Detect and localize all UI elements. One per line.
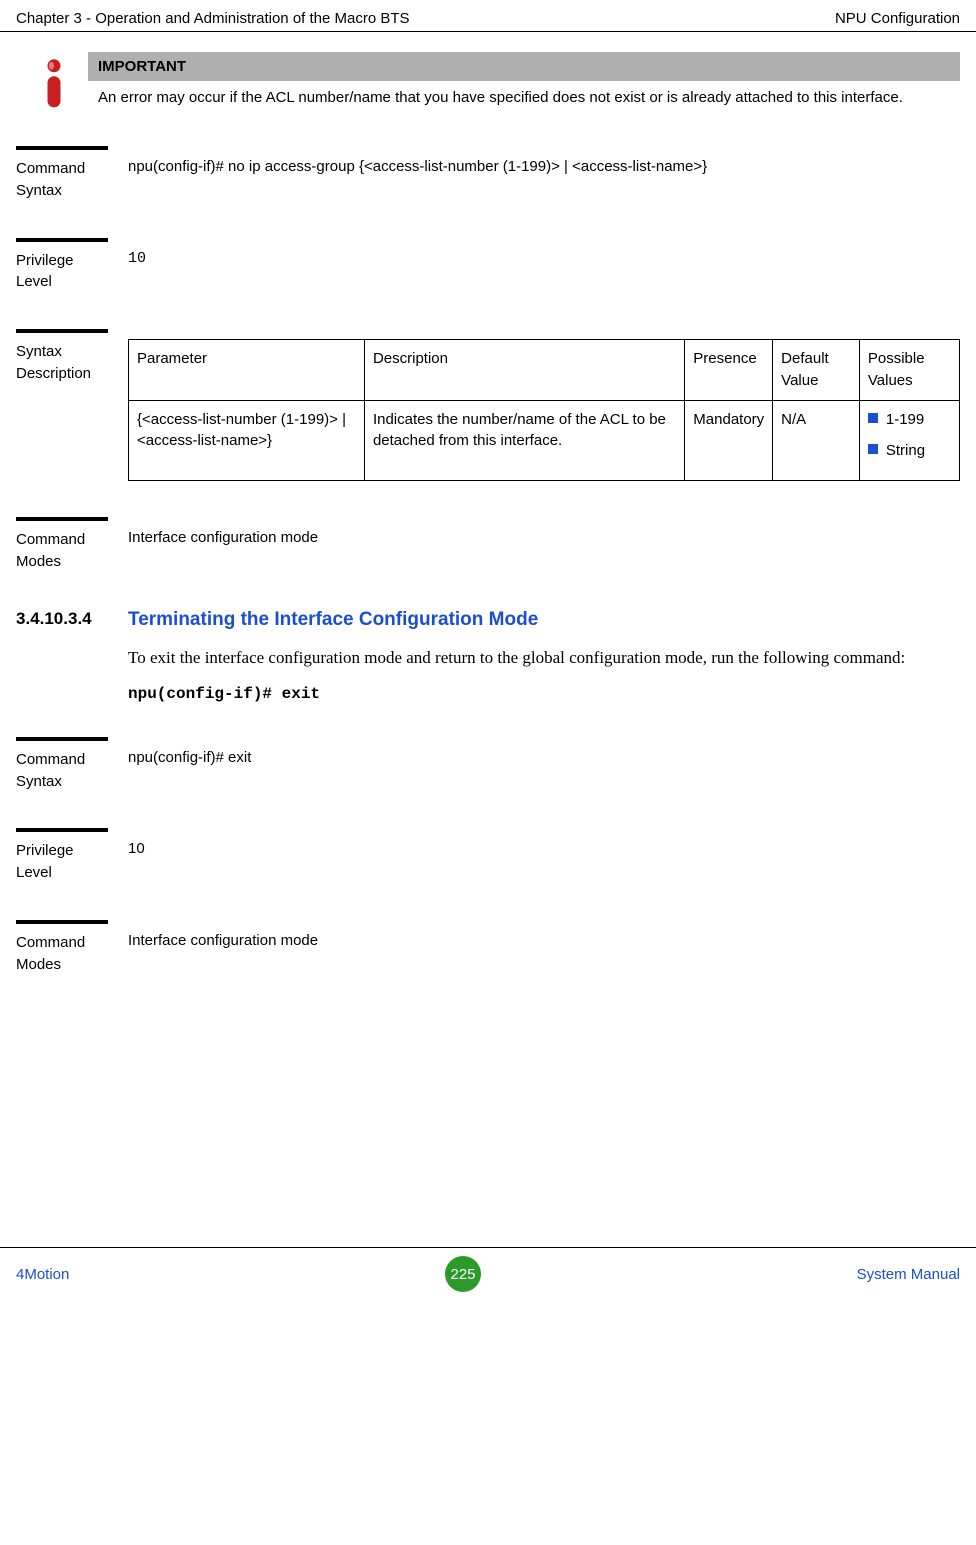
footer-left: 4Motion — [16, 1266, 69, 1283]
square-bullet-icon — [868, 413, 878, 423]
td-default: N/A — [773, 400, 860, 481]
header-left: Chapter 3 - Operation and Administration… — [16, 10, 410, 27]
td-presence: Mandatory — [685, 400, 773, 481]
syntax-description-row: Syntax Description Parameter Description… — [16, 329, 960, 481]
privilege-level-value: 10 — [128, 238, 960, 294]
syntax-description-label: Syntax Description — [16, 329, 108, 481]
list-item: String — [868, 440, 951, 462]
td-possible: 1-199 String — [859, 400, 959, 481]
section-number: 3.4.10.3.4 — [16, 609, 108, 631]
command-modes-value-2: Interface configuration mode — [128, 920, 960, 976]
command-syntax-value: npu(config-if)# no ip access-group {<acc… — [128, 146, 960, 202]
command-syntax-label: Command Syntax — [16, 146, 108, 202]
command-modes-row-2: Command Modes Interface configuration mo… — [16, 920, 960, 976]
privilege-level-label-2: Privilege Level — [16, 828, 108, 884]
th-parameter: Parameter — [129, 340, 365, 401]
section-title: Terminating the Interface Configuration … — [128, 609, 538, 631]
section-code-text: npu(config-if)# exit — [128, 685, 960, 703]
privilege-level-value-2: 10 — [128, 828, 960, 884]
section-body: To exit the interface configuration mode… — [16, 645, 960, 671]
footer-right: System Manual — [857, 1266, 960, 1283]
possible-value-2: String — [886, 440, 925, 462]
square-bullet-icon — [868, 444, 878, 454]
possible-value-1: 1-199 — [886, 409, 924, 431]
page-number-badge: 225 — [445, 1256, 481, 1292]
section-code: npu(config-if)# exit — [16, 685, 960, 703]
table-row: {<access-list-number (1-199)> | <access-… — [129, 400, 960, 481]
td-description: Indicates the number/name of the ACL to … — [364, 400, 684, 481]
important-callout: IMPORTANT An error may occur if the ACL … — [40, 52, 960, 110]
privilege-level-row: Privilege Level 10 — [16, 238, 960, 294]
th-default: Default Value — [773, 340, 860, 401]
privilege-level-row-2: Privilege Level 10 — [16, 828, 960, 884]
command-modes-row: Command Modes Interface configuration mo… — [16, 517, 960, 573]
td-parameter: {<access-list-number (1-199)> | <access-… — [129, 400, 365, 481]
th-description: Description — [364, 340, 684, 401]
page-content: IMPORTANT An error may occur if the ACL … — [0, 32, 976, 1027]
command-modes-label-2: Command Modes — [16, 920, 108, 976]
list-item: 1-199 — [868, 409, 951, 431]
important-title: IMPORTANT — [88, 52, 960, 81]
info-icon — [40, 58, 68, 110]
command-modes-value: Interface configuration mode — [128, 517, 960, 573]
important-text: An error may occur if the ACL number/nam… — [88, 87, 960, 109]
section-heading: 3.4.10.3.4 Terminating the Interface Con… — [16, 609, 960, 631]
th-possible: Possible Values — [859, 340, 959, 401]
page-header: Chapter 3 - Operation and Administration… — [0, 0, 976, 32]
syntax-table: Parameter Description Presence Default V… — [128, 339, 960, 481]
privilege-level-label: Privilege Level — [16, 238, 108, 294]
command-syntax-label-2: Command Syntax — [16, 737, 108, 793]
page-footer: 4Motion 225 System Manual — [0, 1247, 976, 1308]
header-right: NPU Configuration — [835, 10, 960, 27]
th-presence: Presence — [685, 340, 773, 401]
command-modes-label: Command Modes — [16, 517, 108, 573]
section-body-text: To exit the interface configuration mode… — [128, 645, 960, 671]
command-syntax-row: Command Syntax npu(config-if)# no ip acc… — [16, 146, 960, 202]
command-syntax-row-2: Command Syntax npu(config-if)# exit — [16, 737, 960, 793]
command-syntax-value-2: npu(config-if)# exit — [128, 737, 960, 793]
